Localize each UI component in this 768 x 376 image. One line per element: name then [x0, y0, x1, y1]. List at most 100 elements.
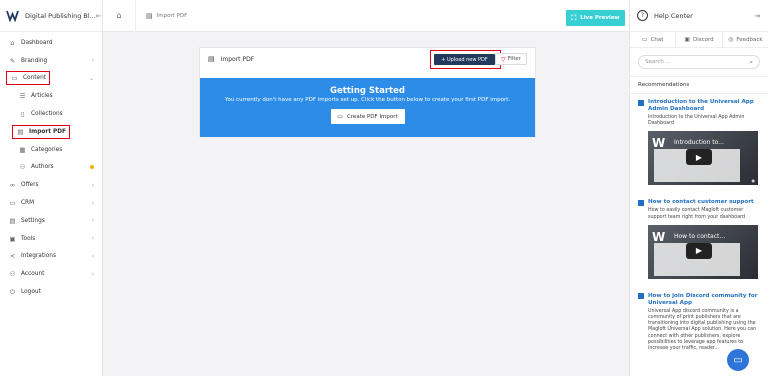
chevron-left-icon: ‹: [91, 199, 94, 207]
brand-name: Digital Publishing Bl...: [25, 11, 96, 20]
grid-icon: ▦: [19, 145, 26, 154]
sidebar-item-label: Articles: [31, 93, 53, 100]
article-icon: [638, 199, 644, 206]
tab-label: Discord: [692, 36, 714, 43]
sidebar-item-import-pdf[interactable]: ▤ Import PDF: [0, 123, 102, 141]
share-icon: ≺: [9, 252, 16, 261]
notification-dot: [90, 165, 94, 170]
filter-label: Filter: [507, 56, 521, 62]
article-title-text: How to contact customer support: [648, 199, 754, 206]
chat-launcher-button[interactable]: ▭: [727, 349, 749, 371]
help-title: Help Center: [654, 11, 693, 20]
sidebar-item-label: Integrations: [21, 253, 56, 260]
magloft-logo-icon: W: [652, 229, 666, 244]
sidebar-item-label: Branding: [21, 57, 48, 64]
play-icon[interactable]: ▶: [686, 149, 712, 166]
article-title[interactable]: Introduction to the Universal App Admin …: [638, 99, 760, 113]
magloft-logo-icon: W: [652, 136, 666, 151]
video-title: Introduction to...: [674, 139, 724, 147]
article-title-text: Introduction to the Universal App Admin …: [648, 99, 754, 112]
tab-chat[interactable]: ▭ Chat: [630, 32, 677, 47]
live-preview-label: Live Preview: [580, 15, 620, 21]
feedback-icon: ◎: [728, 36, 734, 43]
help-tabs: ▭ Chat ▣ Discord ◎ Feedback: [630, 32, 768, 48]
sidebar-item-label: Authors: [31, 164, 54, 171]
close-panel-icon[interactable]: ⇥: [754, 12, 760, 20]
pdf-icon: ▤: [146, 11, 153, 20]
sidebar-item-label: Import PDF: [29, 128, 66, 135]
sidebar-item-articles[interactable]: ☰ Articles: [0, 87, 102, 105]
article-title[interactable]: How to join Discord community for Univer…: [638, 293, 760, 307]
sidebar-item-account[interactable]: ⚇ Account ‹: [0, 265, 102, 283]
banner-text: You currently don't have any PDF imports…: [224, 97, 511, 103]
breadcrumb-label: Import PDF: [156, 12, 188, 19]
sidebar-item-label: Account: [21, 271, 45, 278]
search-placeholder: Search ...: [645, 59, 671, 65]
sidebar-item-integrations[interactable]: ≺ Integrations ‹: [0, 248, 102, 266]
article-title[interactable]: How to contact customer support: [638, 199, 760, 206]
import-pdf-highlight: ▤ Import PDF: [12, 124, 70, 139]
book-icon: ▯: [20, 110, 25, 119]
article-title-text: How to join Discord community for Univer…: [648, 292, 758, 306]
sidebar-item-label: CRM: [21, 200, 35, 207]
sidebar-item-authors[interactable]: ⚇ Authors: [0, 159, 102, 177]
chevron-left-icon: ‹: [91, 181, 94, 189]
live-preview-button[interactable]: ⛶ Live Preview: [566, 10, 625, 26]
brand-header[interactable]: Digital Publishing Bl... ⇤: [0, 0, 102, 32]
upload-highlight: + Upload new PDF: [430, 50, 501, 69]
play-icon[interactable]: ▶: [686, 242, 712, 259]
sidebar-item-collections[interactable]: ▯ Collections: [0, 105, 102, 123]
recommendations-heading: Recommendations: [630, 76, 768, 94]
sidebar-item-tools[interactable]: ▣ Tools ‹: [0, 230, 102, 248]
sidebar-item-label: Categories: [31, 146, 63, 153]
chevron-left-icon: ‹: [91, 252, 94, 260]
sidebar-item-categories[interactable]: ▦ Categories: [0, 141, 102, 159]
breadcrumb: ▤ Import PDF: [146, 12, 187, 20]
list-icon: ☰: [19, 92, 26, 101]
sidebar-item-settings[interactable]: ▤ Settings ‹: [0, 212, 102, 230]
filter-button[interactable]: ▽ Filter: [495, 53, 527, 65]
article-description: Universal App discord community is a com…: [648, 308, 757, 352]
sidebar-item-offers[interactable]: ∞ Offers ‹: [0, 176, 102, 194]
sidebar-item-label: Collections: [31, 111, 63, 118]
filter-icon: ▽: [501, 55, 506, 63]
tab-discord[interactable]: ▣ Discord: [676, 32, 723, 47]
article-description: Introduction to the Universal App Admin …: [648, 115, 745, 127]
sidebar-item-content[interactable]: ▭ Content ⌄: [0, 70, 102, 88]
chat-icon: ▭: [641, 36, 648, 43]
infinity-icon: ∞: [9, 181, 16, 190]
pdf-icon: ▭: [337, 113, 343, 120]
pdf-icon: ▤: [17, 127, 24, 136]
sidebar-item-logout[interactable]: ⏻ Logout: [0, 283, 102, 301]
help-article[interactable]: Introduction to the Universal App Admin …: [630, 99, 768, 186]
chevron-down-icon: ⌄: [88, 74, 94, 82]
help-search-input[interactable]: Search ... ⌕: [638, 55, 760, 69]
divider: [135, 0, 136, 32]
chevron-left-icon: ‹: [91, 217, 94, 225]
sidebar-item-crm[interactable]: ▭ CRM ‹: [0, 194, 102, 212]
help-header: ? Help Center ⇥: [630, 0, 768, 32]
collapse-sidebar-icon[interactable]: ⇤: [96, 12, 102, 20]
chevron-left-icon: ‹: [91, 270, 94, 278]
settings-icon: ▤: [9, 216, 16, 225]
tab-feedback[interactable]: ◎ Feedback: [723, 32, 768, 47]
sidebar-item-branding[interactable]: ✎ Branding ‹: [0, 52, 102, 70]
video-thumbnail[interactable]: W Introduction to... ▶ ●: [648, 131, 758, 186]
sidebar-item-dashboard[interactable]: ⌂ Dashboard: [0, 34, 102, 52]
help-article[interactable]: How to join Discord community for Univer…: [630, 293, 768, 352]
sidebar-item-label: Offers: [21, 182, 39, 189]
help-article[interactable]: How to contact customer support How to e…: [630, 199, 768, 279]
preview-icon: ⛶: [571, 13, 577, 22]
sidebar-item-label: Dashboard: [21, 39, 53, 46]
sidebar: Digital Publishing Bl... ⇤ ⌂ Dashboard ✎…: [0, 0, 103, 376]
card-title: Import PDF: [220, 55, 255, 63]
upload-new-pdf-button[interactable]: + Upload new PDF: [434, 54, 495, 65]
create-pdf-import-label: Create PDF Import: [346, 113, 398, 120]
store-icon[interactable]: ⌂: [113, 11, 125, 20]
chat-icon: ▭: [9, 199, 16, 208]
import-pdf-card: ▤ Import PDF + Upload new PDF ▽ Filter G…: [199, 47, 536, 137]
create-pdf-import-button[interactable]: ▭ Create PDF Import: [330, 109, 405, 124]
question-icon: ?: [637, 10, 648, 21]
video-thumbnail[interactable]: W How to contact... ▶: [648, 224, 758, 279]
sidebar-item-label: Content: [23, 75, 47, 82]
